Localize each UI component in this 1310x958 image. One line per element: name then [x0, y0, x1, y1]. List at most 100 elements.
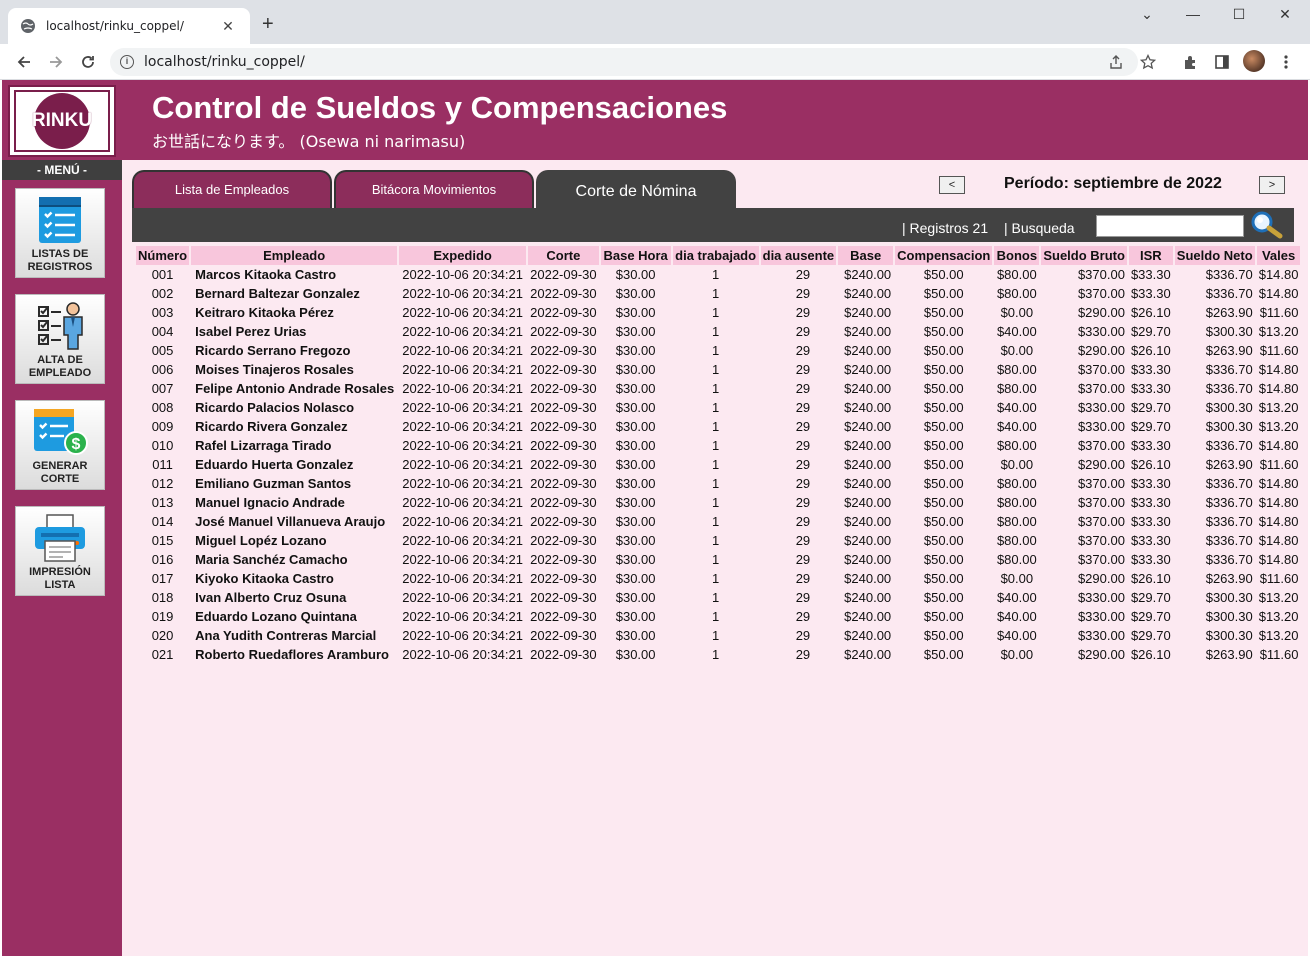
back-icon[interactable]: [12, 50, 36, 74]
table-row[interactable]: 017 Kiyoko Kitaoka Castro 2022-10-06 20:34…: [136, 569, 1300, 588]
cell-bonos: $80.00: [996, 362, 1037, 377]
cell-bonos: $0.00: [1000, 571, 1034, 586]
table-row[interactable]: 011 Eduardo Huerta Gonzalez 2022-10-06 20:…: [136, 455, 1300, 474]
profile-avatar[interactable]: [1243, 50, 1265, 72]
table-row[interactable]: 013 Manuel Ignacio Andrade 2022-10-06 20:3…: [136, 493, 1300, 512]
column-header[interactable]: Base: [838, 246, 894, 265]
table-row[interactable]: 008 Ricardo Palacios Nolasco 2022-10-06 20…: [136, 398, 1300, 417]
table-row[interactable]: 012 Emiliano Guzman Santos 2022-10-06 20:3…: [136, 474, 1300, 493]
table-row[interactable]: 009 Ricardo Rivera Gonzalez 2022-10-06 20:…: [136, 417, 1300, 436]
cell-expedido: 2022-10-06 20:34:21: [402, 571, 523, 586]
table-row[interactable]: 021 Roberto Ruedaflores Aramburo 2022-10-0…: [136, 645, 1300, 664]
cell-compensacion: $50.00: [923, 286, 964, 301]
window-close-icon[interactable]: ✕: [1270, 6, 1300, 23]
table-row[interactable]: 007 Felipe Antonio Andrade Rosales 2022-10…: [136, 379, 1300, 398]
table-row[interactable]: 001 Marcos Kitaoka Castro 2022-10-06 20:34…: [136, 265, 1300, 284]
share-icon[interactable]: [1108, 54, 1124, 70]
cell-base-hora: $30.00: [615, 419, 656, 434]
cell-vales: $14.80: [1258, 552, 1299, 567]
cell-sueldo-neto: $263.90: [1205, 647, 1253, 662]
search-icon[interactable]: [1250, 211, 1284, 239]
table-row[interactable]: 018 Ivan Alberto Cruz Osuna 2022-10-06 20:…: [136, 588, 1300, 607]
table-row[interactable]: 020 Ana Yudith Contreras Marcial 2022-10-0…: [136, 626, 1300, 645]
column-header[interactable]: dia ausente: [760, 246, 837, 265]
table-row[interactable]: 005 Ricardo Serrano Fregozo 2022-10-06 20:…: [136, 341, 1300, 360]
table-row[interactable]: 004 Isabel Perez Urias 2022-10-06 20:34:21…: [136, 322, 1300, 341]
tab-corte-nomina[interactable]: Corte de Nómina: [536, 170, 736, 208]
cell-corte: 2022-09-30: [530, 590, 597, 605]
star-icon[interactable]: [1140, 54, 1156, 70]
cell-isr: $33.30: [1130, 381, 1171, 396]
table-row[interactable]: 014 José Manuel Villanueva Araujo 2022-10-…: [136, 512, 1300, 531]
address-bar[interactable]: i localhost/rinku_coppel/: [110, 48, 1156, 76]
table-row[interactable]: 016 Maria Sanchéz Camacho 2022-10-06 20:34…: [136, 550, 1300, 569]
cell-base: $240.00: [844, 552, 892, 567]
cell-compensacion: $50.00: [923, 381, 964, 396]
cell-sueldo-bruto: $370.00: [1077, 495, 1125, 510]
menu-generar-corte-button[interactable]: $ GENERAR CORTE: [15, 400, 105, 490]
app-page: RINKU Control de Sueldos y Compensacione…: [2, 80, 1308, 956]
cell-vales: $14.80: [1258, 495, 1299, 510]
cell-base-hora: $30.00: [615, 343, 656, 358]
tab-bitacora-movimientos[interactable]: Bitácora Movimientos: [334, 170, 534, 208]
table-row[interactable]: 015 Miguel Lopéz Lozano 2022-10-06 20:34:2…: [136, 531, 1300, 550]
maximize-icon[interactable]: ☐: [1224, 6, 1254, 23]
cell-dia-ausente: 29: [795, 305, 811, 320]
column-header[interactable]: Base Hora: [600, 246, 671, 265]
cell-base-hora: $30.00: [615, 400, 656, 415]
column-header[interactable]: Expedido: [399, 246, 527, 265]
menu-listas-registros-button[interactable]: LISTAS DE REGISTROS: [15, 188, 105, 278]
cell-compensacion: $50.00: [923, 267, 964, 282]
column-header[interactable]: Vales: [1256, 246, 1301, 265]
browser-tab[interactable]: localhost/rinku_coppel/ ✕: [8, 8, 250, 44]
menu-alta-empleado-button[interactable]: ALTA DE EMPLEADO: [15, 294, 105, 384]
column-header[interactable]: dia trabajado: [672, 246, 759, 265]
table-row[interactable]: 002 Bernard Baltezar Gonzalez 2022-10-06 2…: [136, 284, 1300, 303]
new-tab-icon[interactable]: +: [262, 14, 274, 34]
table-row[interactable]: 010 Rafel Lizarraga Tirado 2022-10-06 20:3…: [136, 436, 1300, 455]
cell-vales: $11.60: [1259, 571, 1299, 586]
site-info-icon[interactable]: i: [120, 55, 134, 69]
cell-dia-ausente: 29: [795, 476, 811, 491]
cell-empleado: Miguel Lopéz Lozano: [195, 533, 327, 548]
chevron-down-icon[interactable]: ⌄: [1132, 6, 1162, 23]
column-header[interactable]: Corte: [528, 246, 599, 265]
column-header[interactable]: Compensacion: [895, 246, 993, 265]
close-tab-icon[interactable]: ✕: [218, 18, 238, 35]
side-panel-icon[interactable]: [1212, 52, 1232, 72]
cell-vales: $14.80: [1258, 267, 1299, 282]
table-row[interactable]: 019 Eduardo Lozano Quintana 2022-10-06 20:…: [136, 607, 1300, 626]
menu-label: LISTAS DE REGISTROS: [27, 248, 93, 273]
search-input[interactable]: [1096, 215, 1244, 237]
cell-dia-trabajado: 1: [712, 419, 720, 434]
cell-numero: 008: [151, 400, 174, 415]
tab-lista-empleados[interactable]: Lista de Empleados: [132, 170, 332, 208]
cell-base-hora: $30.00: [615, 628, 656, 643]
column-header[interactable]: Sueldo Bruto: [1041, 246, 1127, 265]
cell-bonos: $80.00: [996, 476, 1037, 491]
cell-dia-ausente: 29: [795, 267, 811, 282]
table-row[interactable]: 006 Moises Tinajeros Rosales 2022-10-06 20…: [136, 360, 1300, 379]
cell-base-hora: $30.00: [615, 381, 656, 396]
period-prev-button[interactable]: <: [939, 176, 965, 194]
reload-icon[interactable]: [76, 50, 100, 74]
column-header[interactable]: Bonos: [994, 246, 1040, 265]
column-header[interactable]: Empleado: [191, 246, 398, 265]
cell-empleado: Rafel Lizarraga Tirado: [195, 438, 332, 453]
cell-dia-trabajado: 1: [712, 609, 720, 624]
menu-impresion-lista-button[interactable]: IMPRESIÓN LISTA: [15, 506, 105, 596]
cell-dia-trabajado: 1: [712, 647, 720, 662]
cell-expedido: 2022-10-06 20:34:21: [402, 647, 523, 662]
minimize-icon[interactable]: —: [1178, 6, 1208, 22]
column-header[interactable]: Número: [136, 246, 190, 265]
extensions-icon[interactable]: [1180, 52, 1200, 72]
cell-dia-ausente: 29: [795, 400, 811, 415]
forward-icon[interactable]: [44, 50, 68, 74]
payroll-dollar-icon: $: [34, 409, 88, 455]
column-header[interactable]: ISR: [1128, 246, 1173, 265]
app-header: RINKU Control de Sueldos y Compensacione…: [2, 80, 1308, 160]
column-header[interactable]: Sueldo Neto: [1174, 246, 1255, 265]
period-next-button[interactable]: >: [1259, 176, 1285, 194]
table-row[interactable]: 003 Keitraro Kitaoka Pérez 2022-10-06 20:3…: [136, 303, 1300, 322]
more-menu-icon[interactable]: [1276, 52, 1296, 72]
